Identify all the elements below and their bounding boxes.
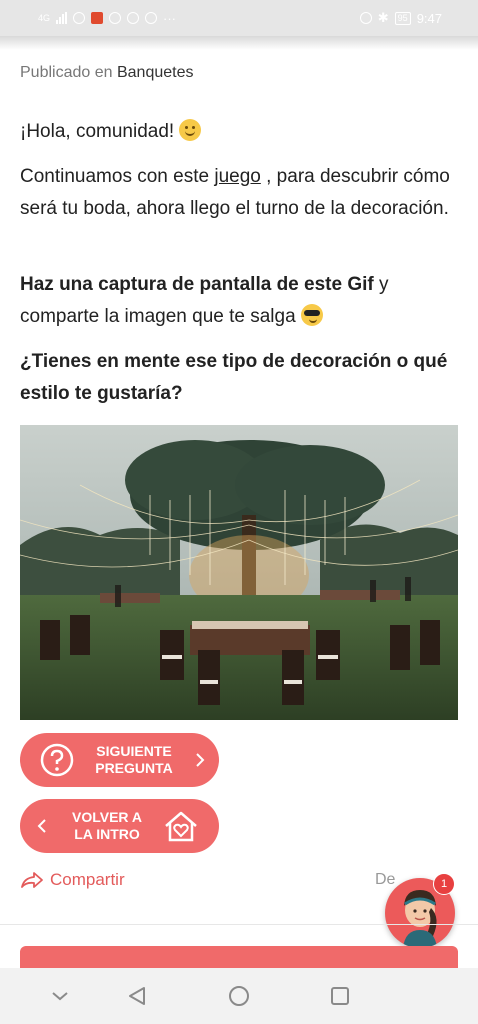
chevron-left-icon (37, 819, 46, 833)
section-divider (0, 924, 478, 925)
share-button[interactable]: Compartir (20, 870, 125, 890)
home-circle-icon (229, 986, 249, 1006)
next-question-label: SIGUIENTE PREGUNTA (95, 743, 173, 776)
chrome-icon (109, 12, 122, 24)
network-type: 4G (38, 13, 51, 23)
system-navigation-bar (0, 968, 478, 1024)
home-heart-icon (165, 811, 197, 842)
gif-word: Gif (347, 274, 374, 295)
question-mark-icon (40, 743, 74, 777)
greeting-text: ¡Hola, comunidad! (20, 121, 175, 142)
paragraph-instructions: Haz una captura de pantalla de este Gif … (20, 269, 450, 333)
clock: 9:47 (416, 10, 442, 26)
back-to-intro-button[interactable]: VOLVER A LA INTRO (20, 799, 219, 853)
game-link[interactable]: juego (214, 166, 261, 187)
para2-bold: Haz una captura de pantalla de este (20, 274, 343, 295)
back-button[interactable] (123, 982, 151, 1010)
status-bar: 4G ··· ✱ 95 9:47 (0, 0, 478, 36)
recents-square-icon (331, 987, 349, 1005)
hide-keyboard-button[interactable] (46, 982, 74, 1010)
wedding-decoration-photo[interactable] (20, 425, 458, 720)
question: ¿Tienes en mente ese tipo de decoración … (20, 351, 448, 404)
share-arrow-icon (21, 872, 43, 888)
published-prefix: Publicado en (20, 64, 113, 81)
back-to-intro-label: VOLVER A LA INTRO (71, 809, 142, 842)
para1-before: Continuamos con este (20, 166, 210, 187)
next-question-button[interactable]: SIGUIENTE PREGUNTA (20, 733, 219, 787)
alarm-icon (359, 12, 372, 24)
smiling-face-emoji-icon (179, 119, 202, 141)
back-triangle-icon (129, 987, 145, 1005)
app-notification-icon (91, 12, 104, 24)
battery-icon: 95 (394, 11, 411, 25)
notification-icon (73, 12, 86, 24)
share-label: Compartir (50, 870, 125, 889)
cool-sunglasses-emoji-icon (300, 304, 323, 326)
message-icon (127, 12, 140, 24)
paragraph-intro: Continuamos con este juego , para descub… (20, 161, 450, 225)
bluetooth-icon: ✱ (377, 10, 389, 25)
camera-icon (145, 12, 158, 24)
photo-illustration (20, 425, 458, 720)
home-button[interactable] (225, 982, 253, 1010)
status-icons-right: ✱ 95 9:47 (359, 10, 442, 26)
header-shadow (0, 36, 478, 50)
greeting: ¡Hola, comunidad! (20, 116, 450, 148)
chevron-down-icon (52, 992, 68, 1001)
chevron-right-icon (196, 753, 205, 767)
status-icons-left: 4G ··· (38, 11, 176, 26)
more-notifications-icon: ··· (163, 10, 177, 26)
report-link[interactable]: De (375, 871, 395, 889)
category-link[interactable]: Banquetes (117, 64, 194, 81)
notification-badge: 1 (433, 873, 455, 895)
published-in: Publicado en Banquetes (20, 64, 193, 82)
recents-button[interactable] (326, 982, 354, 1010)
signal-icon (56, 12, 68, 24)
